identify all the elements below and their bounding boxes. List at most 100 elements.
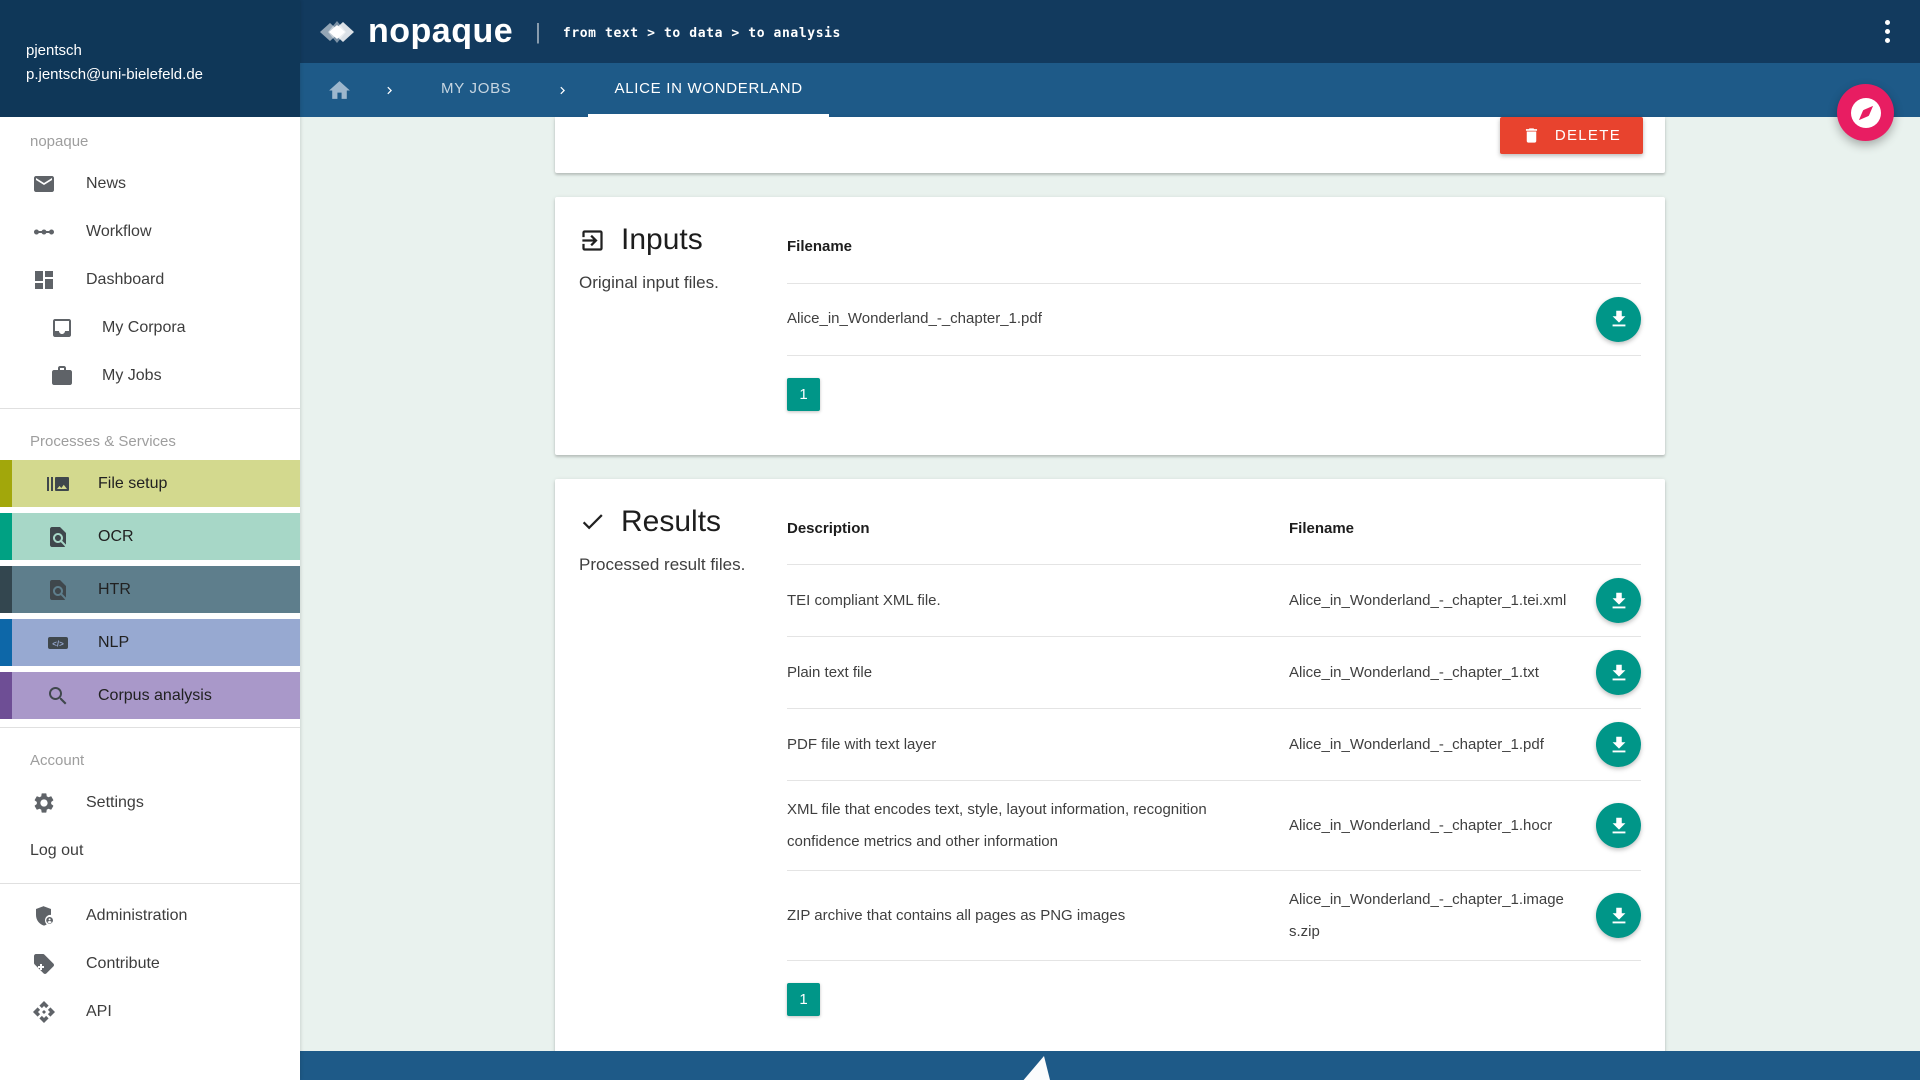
- footer: [300, 1051, 1920, 1080]
- download-button[interactable]: [1596, 893, 1641, 938]
- table-row: Plain text file Alice_in_Wonderland_-_ch…: [787, 637, 1641, 709]
- sidebar-item-label: Log out: [30, 842, 83, 860]
- sidebar-item-label: NLP: [98, 634, 129, 652]
- gear-icon: [32, 791, 56, 815]
- download-button[interactable]: [1596, 803, 1641, 848]
- logo-text[interactable]: nopaque: [368, 12, 513, 51]
- result-description: Plain text file: [787, 657, 1289, 689]
- sidebar-item-label: My Jobs: [102, 367, 162, 385]
- sidebar-item-label: Contribute: [86, 955, 160, 973]
- result-description: XML file that encodes text, style, layou…: [787, 794, 1289, 857]
- results-table-header: Description Filename: [787, 505, 1641, 566]
- home-icon[interactable]: [314, 63, 364, 117]
- sidebar-divider: [0, 408, 300, 409]
- sidebar-item-logout[interactable]: Log out: [0, 827, 300, 875]
- inputs-subtitle: Original input files.: [579, 273, 763, 293]
- sidebar-item-news[interactable]: News: [0, 160, 300, 208]
- download-icon: [1608, 590, 1630, 612]
- breadcrumb-current-job[interactable]: ALICE IN WONDERLAND: [588, 63, 828, 117]
- sidebar-item-nlp[interactable]: </> NLP: [0, 619, 300, 666]
- delete-button[interactable]: DELETE: [1500, 117, 1643, 154]
- api-icon: [32, 1000, 56, 1024]
- download-icon: [1608, 815, 1630, 837]
- download-icon: [1608, 662, 1630, 684]
- results-card-header: Results Processed result files.: [579, 505, 763, 1017]
- results-table: Description Filename TEI compliant XML f…: [787, 505, 1641, 1017]
- main-area: nopaque | from text > to data > to analy…: [300, 0, 1920, 1080]
- result-filename: Alice_in_Wonderland_-_chapter_1.pdf: [1289, 729, 1579, 761]
- result-filename: Alice_in_Wonderland_-_chapter_1.hocr: [1289, 810, 1579, 842]
- table-row: PDF file with text layer Alice_in_Wonder…: [787, 709, 1641, 781]
- inputs-card-header: Inputs Original input files.: [579, 223, 763, 411]
- nopaque-footer-logo-icon: [1010, 1056, 1054, 1080]
- sidebar-item-label: Corpus analysis: [98, 687, 212, 705]
- table-row: XML file that encodes text, style, layou…: [787, 781, 1641, 871]
- sidebar-item-corpus-analysis[interactable]: Corpus analysis: [0, 672, 300, 719]
- download-button[interactable]: [1596, 650, 1641, 695]
- sidebar-item-settings[interactable]: Settings: [0, 779, 300, 827]
- result-description: TEI compliant XML file.: [787, 585, 1289, 617]
- filename-column-header: Filename: [1289, 513, 1579, 545]
- sidebar-item-administration[interactable]: Administration: [0, 892, 300, 940]
- sidebar-item-label: My Corpora: [102, 319, 186, 337]
- pagination-page-1[interactable]: 1: [787, 378, 820, 411]
- sidebar-divider: [0, 727, 300, 728]
- burst-mode-icon: [46, 472, 70, 496]
- results-title: Results: [621, 505, 721, 539]
- app-header: nopaque | from text > to data > to analy…: [300, 0, 1920, 63]
- search-icon: [46, 684, 70, 708]
- sidebar-section-services: Processes & Services: [0, 417, 300, 460]
- chevron-right-icon: [537, 63, 588, 117]
- table-row: Alice_in_Wonderland_-_chapter_1.pdf: [787, 284, 1641, 356]
- download-button[interactable]: [1596, 578, 1641, 623]
- compass-icon: [1851, 98, 1881, 128]
- breadcrumb-my-jobs[interactable]: MY JOBS: [415, 63, 537, 117]
- sidebar-item-file-setup[interactable]: File setup: [0, 460, 300, 507]
- sidebar-item-contribute[interactable]: Contribute: [0, 940, 300, 988]
- download-button[interactable]: [1596, 722, 1641, 767]
- sidebar: pjentsch p.jentsch@uni-bielefeld.de nopa…: [0, 0, 300, 1080]
- trash-icon: [1522, 126, 1541, 145]
- nopaque-logo-icon: [316, 11, 358, 53]
- code-icon: </>: [46, 631, 70, 655]
- inputs-table-header: Filename: [787, 223, 1641, 284]
- result-filename: Alice_in_Wonderland_-_chapter_1.tei.xml: [1289, 585, 1579, 617]
- sidebar-item-workflow[interactable]: Workflow: [0, 208, 300, 256]
- sidebar-item-dashboard[interactable]: Dashboard: [0, 256, 300, 304]
- check-icon: [579, 508, 606, 535]
- inputs-title: Inputs: [621, 223, 703, 257]
- result-filename: Alice_in_Wonderland_-_chapter_1.images.z…: [1289, 884, 1579, 947]
- sidebar-item-label: Administration: [86, 907, 187, 925]
- briefcase-icon: [50, 364, 74, 388]
- app-root: pjentsch p.jentsch@uni-bielefeld.de nopa…: [0, 0, 1920, 1080]
- results-subtitle: Processed result files.: [579, 555, 763, 575]
- breadcrumb: MY JOBS ALICE IN WONDERLAND: [300, 63, 1920, 117]
- dashboard-icon: [32, 268, 56, 292]
- result-filename: Alice_in_Wonderland_-_chapter_1.txt: [1289, 657, 1579, 689]
- sidebar-item-label: API: [86, 1003, 112, 1021]
- sidebar-section-account: Account: [0, 736, 300, 779]
- find-in-page-icon: [46, 525, 70, 549]
- sidebar-item-label: Dashboard: [86, 271, 164, 289]
- sidebar-item-my-corpora[interactable]: My Corpora: [0, 304, 300, 352]
- result-description: ZIP archive that contains all pages as P…: [787, 900, 1289, 932]
- sidebar-item-htr[interactable]: HTR: [0, 566, 300, 613]
- sidebar-section-nopaque: nopaque: [0, 117, 300, 160]
- inbox-icon: [50, 316, 74, 340]
- explore-fab-button[interactable]: [1837, 84, 1894, 141]
- logo-separator: |: [535, 19, 541, 45]
- pagination-page-1[interactable]: 1: [787, 983, 820, 1016]
- kebab-menu-icon[interactable]: [1874, 19, 1900, 45]
- sidebar-divider: [0, 883, 300, 884]
- user-name: pjentsch: [26, 42, 290, 59]
- sidebar-item-api[interactable]: API: [0, 988, 300, 1036]
- sidebar-item-ocr[interactable]: OCR: [0, 513, 300, 560]
- admin-shield-icon: [32, 904, 56, 928]
- download-button[interactable]: [1596, 297, 1641, 342]
- download-icon: [1608, 905, 1630, 927]
- linear-scale-icon: [32, 220, 56, 244]
- chevron-right-icon: [364, 63, 415, 117]
- sidebar-item-my-jobs[interactable]: My Jobs: [0, 352, 300, 400]
- user-email: p.jentsch@uni-bielefeld.de: [26, 66, 290, 83]
- inputs-card: Inputs Original input files. Filename Al…: [555, 197, 1665, 455]
